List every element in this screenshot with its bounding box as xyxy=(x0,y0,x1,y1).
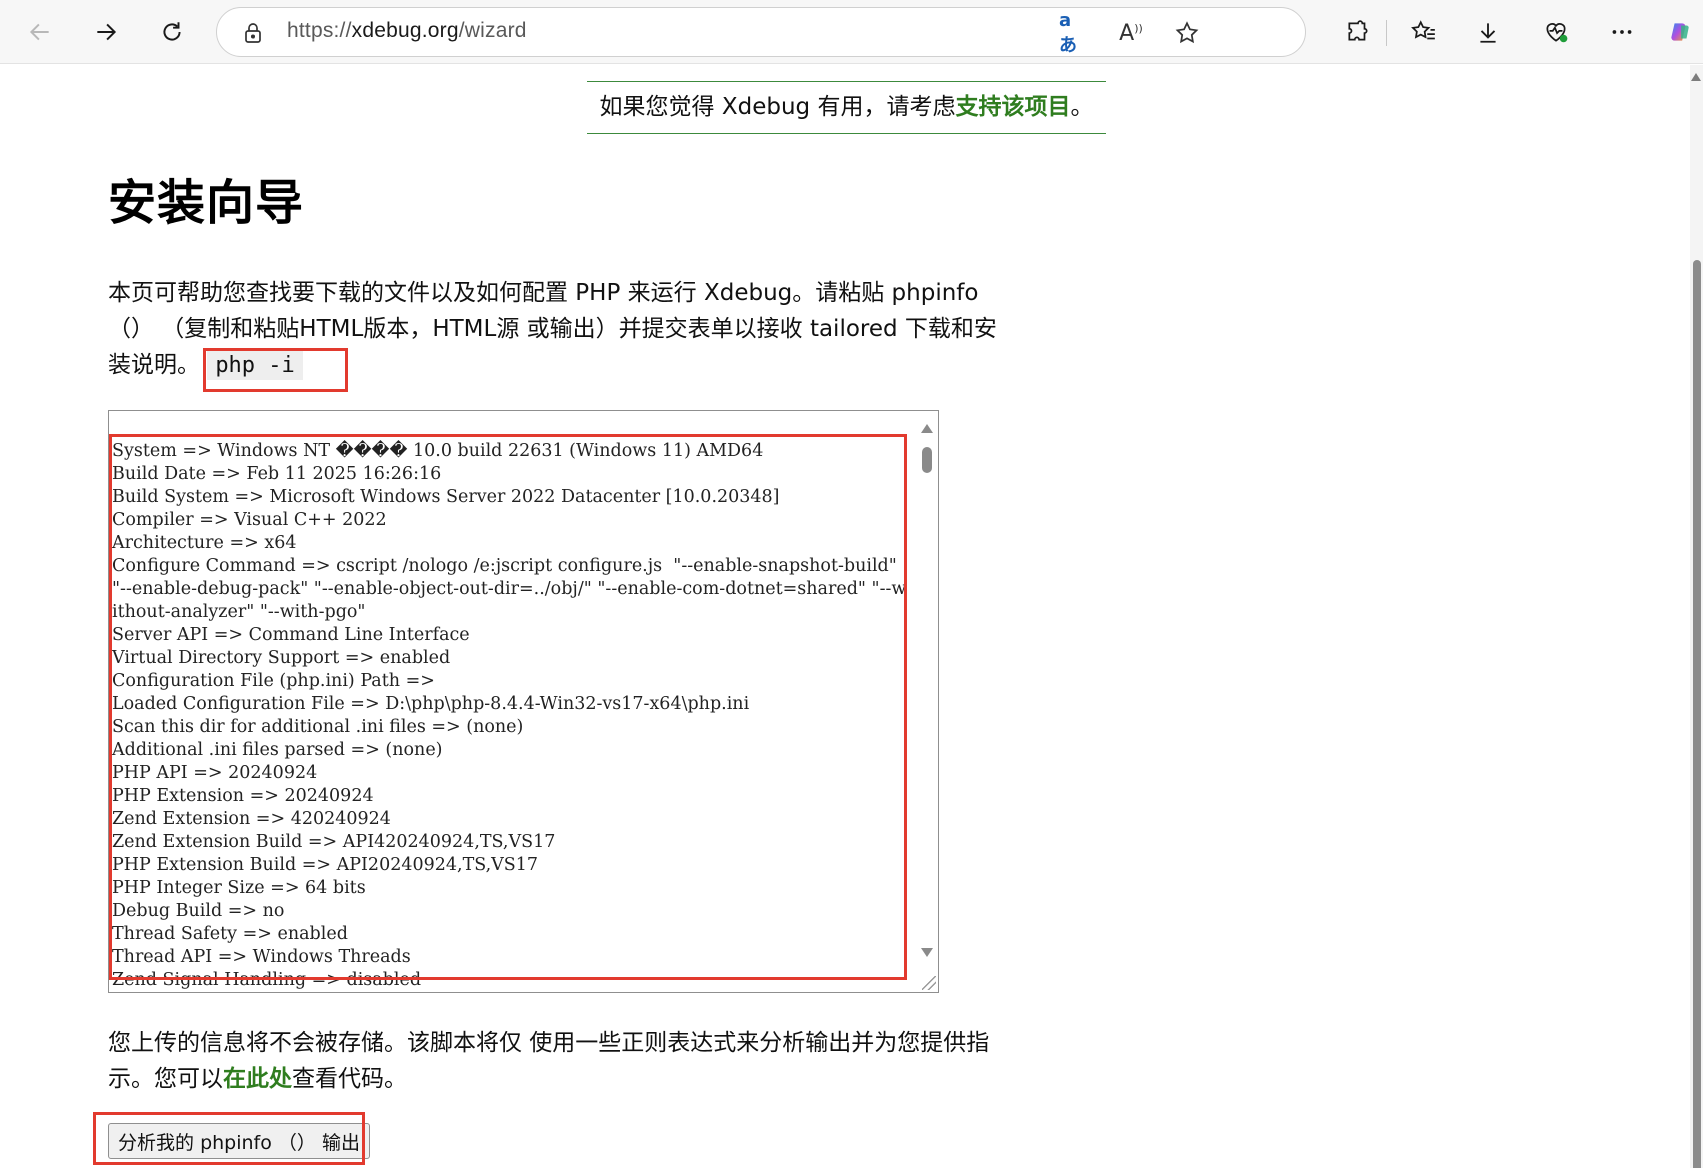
address-bar[interactable]: https://xdebug.org/wizard aあ A)) xyxy=(216,7,1306,57)
url-host: xdebug.org xyxy=(351,19,459,42)
browser-toolbar: https://xdebug.org/wizard aあ A)) xyxy=(0,0,1703,64)
support-banner: 如果您觉得 Xdebug 有用，请考虑支持该项目。 xyxy=(587,81,1106,134)
view-code-link[interactable]: 在此处 xyxy=(223,1066,292,1092)
banner-suffix: 。 xyxy=(1070,94,1094,120)
textarea-scroll-thumb[interactable] xyxy=(922,447,932,473)
notice-text-end: 查看代码。 xyxy=(292,1066,407,1092)
url-text[interactable]: https://xdebug.org/wizard xyxy=(287,19,527,43)
intro-paragraph: 本页可帮助您查找要下载的文件以及如何配置 PHP 来运行 Xdebug。请粘贴 … xyxy=(108,275,1003,384)
refresh-icon[interactable] xyxy=(154,14,190,50)
page-scroll-thumb[interactable] xyxy=(1693,260,1701,1168)
privacy-notice: 您上传的信息将不会被存储。该脚本将仅 使用一些正则表达式来分析输出并为您提供指示… xyxy=(108,1025,1013,1097)
read-aloud-letter: A xyxy=(1119,20,1135,46)
banner-text: 如果您觉得 Xdebug 有用，请考虑 xyxy=(599,94,956,120)
page-scrollbar[interactable] xyxy=(1690,65,1703,1168)
scroll-down-arrow-icon[interactable] xyxy=(921,948,933,957)
extensions-icon[interactable] xyxy=(1340,14,1376,50)
favorite-star-icon[interactable] xyxy=(1173,19,1201,47)
resize-handle-icon[interactable] xyxy=(922,976,936,990)
back-icon[interactable] xyxy=(22,14,58,50)
php-i-code: php -i xyxy=(207,351,303,380)
page-title: 安装向导 xyxy=(108,175,305,231)
page-scroll-up-icon[interactable] xyxy=(1691,73,1701,81)
more-icon[interactable] xyxy=(1604,14,1640,50)
favorites-icon[interactable] xyxy=(1406,14,1442,50)
forward-icon[interactable] xyxy=(88,14,124,50)
phpinfo-output-text[interactable]: System => Windows NT ���� 10.0 build 226… xyxy=(112,440,907,992)
analyse-phpinfo-button[interactable]: 分析我的 phpinfo （） 输出 xyxy=(108,1123,370,1159)
downloads-icon[interactable] xyxy=(1470,14,1506,50)
url-path: /wizard xyxy=(458,19,527,42)
toolbar-divider xyxy=(1386,20,1387,46)
page-content: 如果您觉得 Xdebug 有用，请考虑支持该项目。 安装向导 本页可帮助您查找要… xyxy=(0,65,1690,1168)
url-scheme: https:// xyxy=(287,19,352,42)
scroll-up-arrow-icon[interactable] xyxy=(921,424,933,433)
read-aloud-icon[interactable]: A)) xyxy=(1117,19,1145,47)
copilot-icon[interactable] xyxy=(1662,14,1698,50)
textarea-scrollbar[interactable] xyxy=(916,411,938,992)
translate-icon[interactable]: aあ xyxy=(1059,10,1087,56)
lock-icon[interactable] xyxy=(241,21,265,45)
phpinfo-textarea[interactable]: System => Windows NT ���� 10.0 build 226… xyxy=(108,410,939,993)
browser-health-icon[interactable] xyxy=(1538,14,1574,50)
support-project-link[interactable]: 支持该项目 xyxy=(955,94,1070,120)
